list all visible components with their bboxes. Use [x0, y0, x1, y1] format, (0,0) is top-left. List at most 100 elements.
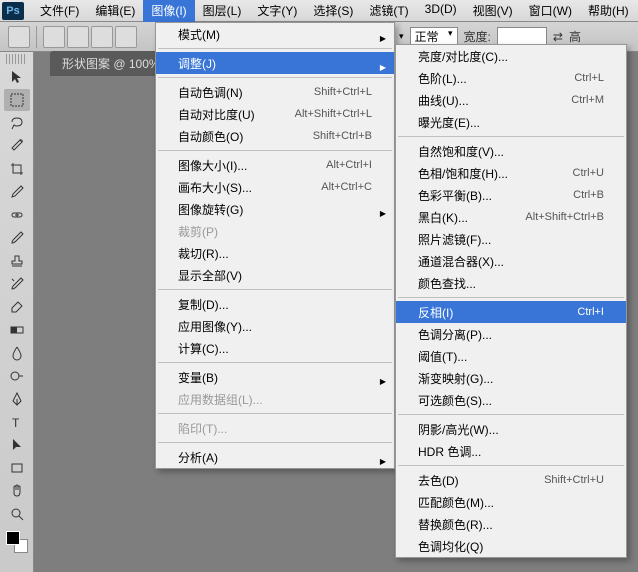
menu-文件[interactable]: 文件(F)	[32, 0, 87, 22]
image-menu-item-12[interactable]: 裁切(R)...	[156, 242, 394, 264]
image-menu-item-5[interactable]: 自动对比度(U)Alt+Shift+Ctrl+L	[156, 103, 394, 125]
mode-intersect-icon[interactable]	[115, 26, 137, 48]
menu-视图[interactable]: 视图(V)	[465, 0, 521, 22]
menu-图像[interactable]: 图像(I)	[143, 0, 194, 22]
blur-tool-icon[interactable]	[4, 342, 30, 364]
shape-tool-icon[interactable]	[4, 457, 30, 479]
eraser-tool-icon[interactable]	[4, 296, 30, 318]
crop-tool-icon[interactable]	[4, 158, 30, 180]
adjust-menu-item-22[interactable]: 去色(D)Shift+Ctrl+U	[396, 469, 626, 491]
adjust-menu-item-3[interactable]: 曝光度(E)...	[396, 111, 626, 133]
dropdown-arrow-icon[interactable]: ▾	[399, 31, 404, 42]
image-menu-item-15[interactable]: 复制(D)...	[156, 293, 394, 315]
menu-item-label: 色相/饱和度(H)...	[418, 165, 508, 182]
menu-item-label: 曝光度(E)...	[418, 114, 480, 131]
hand-tool-icon[interactable]	[4, 480, 30, 502]
adjust-menu-item-16[interactable]: 渐变映射(G)...	[396, 367, 626, 389]
image-menu-item-10[interactable]: 图像旋转(G)	[156, 198, 394, 220]
dodge-tool-icon[interactable]	[4, 365, 30, 387]
adjust-menu-item-24[interactable]: 替换颜色(R)...	[396, 513, 626, 535]
image-menu-item-16[interactable]: 应用图像(Y)...	[156, 315, 394, 337]
type-tool-icon[interactable]: T	[4, 411, 30, 433]
adjust-menu-item-5[interactable]: 自然饱和度(V)...	[396, 140, 626, 162]
menu-item-label: 色阶(L)...	[418, 70, 467, 87]
image-menu-item-11: 裁剪(P)	[156, 220, 394, 242]
image-menu-item-13[interactable]: 显示全部(V)	[156, 264, 394, 286]
adjust-menu-item-9[interactable]: 照片滤镜(F)...	[396, 228, 626, 250]
adjust-menu-item-15[interactable]: 阈值(T)...	[396, 345, 626, 367]
adjust-menu-item-1[interactable]: 色阶(L)... Ctrl+L	[396, 67, 626, 89]
lasso-tool-icon[interactable]	[4, 112, 30, 134]
tool-preset-icon[interactable]	[8, 26, 30, 48]
menu-shortcut: Ctrl+M	[571, 94, 604, 106]
heal-tool-icon[interactable]	[4, 204, 30, 226]
menu-item-label: 自动对比度(U)	[178, 106, 255, 123]
menu-图层[interactable]: 图层(L)	[195, 0, 250, 22]
menu-文字[interactable]: 文字(Y)	[249, 0, 305, 22]
menu-shortcut: Ctrl+L	[574, 72, 604, 84]
menu-separator	[398, 297, 624, 298]
adjust-menu-item-8[interactable]: 黑白(K)...Alt+Shift+Ctrl+B	[396, 206, 626, 228]
image-menu-item-24[interactable]: 分析(A)	[156, 446, 394, 468]
menu-separator	[158, 442, 392, 443]
adjust-menu-item-20[interactable]: HDR 色调...	[396, 440, 626, 462]
adjust-menu-item-13[interactable]: 反相(I)Ctrl+I	[396, 301, 626, 323]
image-menu-item-6[interactable]: 自动颜色(O)Shift+Ctrl+B	[156, 125, 394, 147]
adjust-menu-item-25[interactable]: 色调均化(Q)	[396, 535, 626, 557]
menu-shortcut: Shift+Ctrl+L	[314, 86, 372, 98]
adjust-menu-item-0[interactable]: 亮度/对比度(C)...	[396, 45, 626, 67]
menu-窗口[interactable]: 窗口(W)	[521, 0, 580, 22]
adjust-menu-item-2[interactable]: 曲线(U)...Ctrl+M	[396, 89, 626, 111]
image-menu-item-4[interactable]: 自动色调(N) Shift+Ctrl+L	[156, 81, 394, 103]
menu-item-label: 裁剪(P)	[178, 223, 218, 240]
move-tool-icon[interactable]	[4, 66, 30, 88]
wand-tool-icon[interactable]	[4, 135, 30, 157]
menu-item-label: 复制(D)...	[178, 296, 229, 313]
history-brush-tool-icon[interactable]	[4, 273, 30, 295]
menu-滤镜[interactable]: 滤镜(T)	[361, 0, 416, 22]
gradient-tool-icon[interactable]	[4, 319, 30, 341]
menu-item-label: 自然饱和度(V)...	[418, 143, 504, 160]
mode-subtract-icon[interactable]	[91, 26, 113, 48]
adjust-menu-item-17[interactable]: 可选颜色(S)...	[396, 389, 626, 411]
image-menu-item-9[interactable]: 画布大小(S)...Alt+Ctrl+C	[156, 176, 394, 198]
image-menu-item-0[interactable]: 模式(M)	[156, 23, 394, 45]
marquee-tool-icon[interactable]	[4, 89, 30, 111]
adjust-menu-item-6[interactable]: 色相/饱和度(H)...Ctrl+U	[396, 162, 626, 184]
image-menu-item-8[interactable]: 图像大小(I)...Alt+Ctrl+I	[156, 154, 394, 176]
menu-item-label: 可选颜色(S)...	[418, 392, 492, 409]
adjust-menu-item-14[interactable]: 色调分离(P)...	[396, 323, 626, 345]
image-menu-item-2[interactable]: 调整(J)	[156, 52, 394, 74]
mode-add-icon[interactable]	[67, 26, 89, 48]
mode-new-icon[interactable]	[43, 26, 65, 48]
image-menu-item-17[interactable]: 计算(C)...	[156, 337, 394, 359]
zoom-tool-icon[interactable]	[4, 503, 30, 525]
menu-item-label: 自动色调(N)	[178, 84, 243, 101]
menu-separator	[158, 77, 392, 78]
menu-3D[interactable]: 3D(D)	[417, 0, 465, 22]
link-icon[interactable]: ⇄	[553, 30, 563, 44]
menu-选择[interactable]: 选择(S)	[305, 0, 361, 22]
toolbox-grip[interactable]	[6, 54, 27, 64]
image-menu-item-19[interactable]: 变量(B)	[156, 366, 394, 388]
eyedropper-tool-icon[interactable]	[4, 181, 30, 203]
menu-item-label: 渐变映射(G)...	[418, 370, 493, 387]
menu-item-label: 亮度/对比度(C)...	[418, 48, 508, 65]
menu-separator	[158, 48, 392, 49]
path-select-tool-icon[interactable]	[4, 434, 30, 456]
pen-tool-icon[interactable]	[4, 388, 30, 410]
adjust-menu-item-7[interactable]: 色彩平衡(B)...Ctrl+B	[396, 184, 626, 206]
adjust-menu-item-23[interactable]: 匹配颜色(M)...	[396, 491, 626, 513]
menu-编辑[interactable]: 编辑(E)	[87, 0, 143, 22]
menu-separator	[398, 414, 624, 415]
brush-tool-icon[interactable]	[4, 227, 30, 249]
menu-item-label: 色调均化(Q)	[418, 538, 483, 555]
adjust-menu-item-11[interactable]: 颜色查找...	[396, 272, 626, 294]
adjust-menu-item-19[interactable]: 阴影/高光(W)...	[396, 418, 626, 440]
stamp-tool-icon[interactable]	[4, 250, 30, 272]
menu-帮助[interactable]: 帮助(H)	[580, 0, 637, 22]
adjust-menu-item-10[interactable]: 通道混合器(X)...	[396, 250, 626, 272]
fg-color[interactable]	[6, 531, 20, 545]
color-swatch[interactable]	[6, 531, 28, 553]
document-tab-label: 形状图案 @ 100%	[62, 55, 160, 72]
